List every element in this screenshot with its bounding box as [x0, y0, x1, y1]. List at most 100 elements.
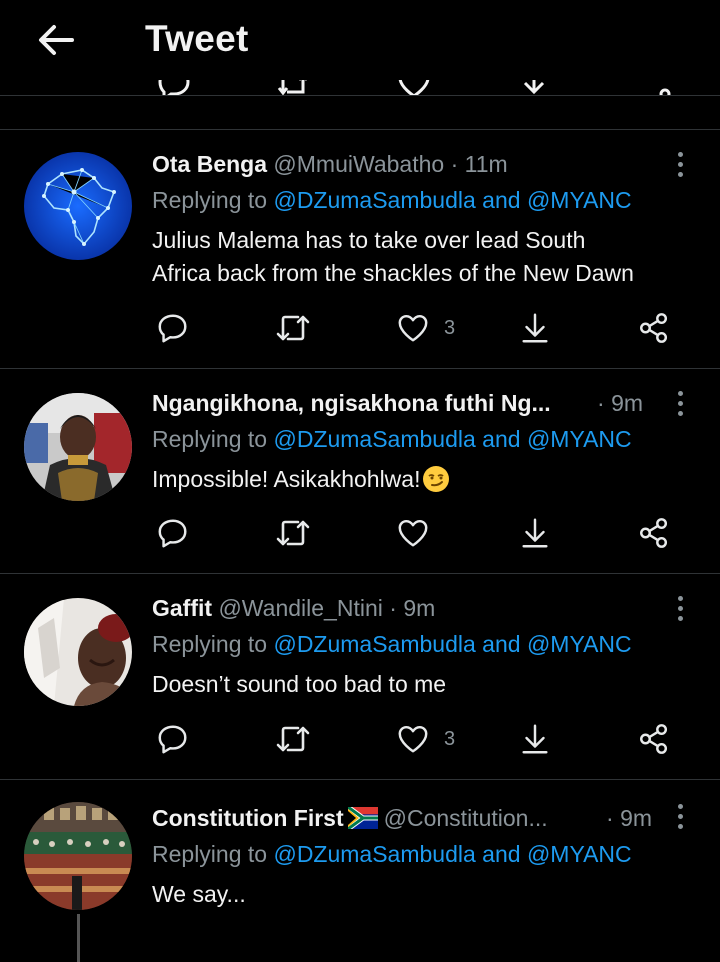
- tweet-actions: [0, 513, 720, 553]
- display-name[interactable]: Ota Benga: [152, 151, 267, 177]
- back-button[interactable]: [34, 18, 78, 62]
- retweet-icon[interactable]: [275, 80, 311, 96]
- retweet-icon: [276, 520, 310, 546]
- more-dot: [677, 151, 683, 157]
- separator-dot: ·: [389, 595, 397, 621]
- more-options-button[interactable]: [670, 144, 690, 184]
- page-title: Tweet: [145, 18, 249, 59]
- avatar[interactable]: [24, 802, 132, 910]
- share-icon[interactable]: [638, 80, 674, 96]
- download-button[interactable]: [518, 513, 552, 553]
- retweet-button[interactable]: [274, 308, 312, 348]
- heart-icon: [398, 725, 428, 753]
- more-options-button[interactable]: [670, 383, 690, 423]
- tweet-text-line: Julius Malema has to take over lead Sout…: [152, 227, 586, 253]
- timestamp[interactable]: 9m: [403, 595, 435, 621]
- share-button[interactable]: [637, 308, 671, 348]
- heart-icon: [398, 519, 428, 547]
- replying-to-link[interactable]: @DZumaSambudla and @MYANC: [273, 841, 631, 867]
- more-dot: [677, 161, 683, 167]
- reply-button[interactable]: [156, 719, 190, 759]
- tweet-meta: Gaffit @Wandile_Ntini · 9m: [152, 594, 435, 622]
- tweet-meta: Constitution First @Constitution...: [152, 804, 548, 832]
- more-dot: [677, 823, 683, 829]
- retweet-button[interactable]: [274, 719, 312, 759]
- timestamp[interactable]: 9m: [611, 390, 643, 416]
- previous-tweet-actions: [0, 80, 720, 96]
- replying-to: Replying to @DZumaSambudla and @MYANC: [152, 840, 632, 868]
- timestamp[interactable]: 11m: [465, 151, 508, 177]
- replying-to: Replying to @DZumaSambudla and @MYANC: [152, 186, 632, 214]
- like-button[interactable]: 3: [396, 719, 455, 759]
- profile-photo-parliament: [24, 802, 132, 910]
- tweet-text-line: We say...: [152, 881, 246, 907]
- like-icon[interactable]: [396, 80, 432, 96]
- download-icon: [522, 518, 548, 548]
- like-count: 3: [444, 727, 456, 750]
- like-button[interactable]: [396, 513, 430, 553]
- tweet-text-line: Impossible! Asikakhohlwa!: [152, 466, 421, 492]
- tweet-reply[interactable]: Ota Benga @MmuiWabatho · 11m Replying to…: [0, 130, 720, 368]
- avatar[interactable]: [24, 393, 132, 501]
- avatar[interactable]: [24, 598, 132, 706]
- more-dot: [677, 400, 683, 406]
- reply-icon: [158, 519, 187, 548]
- download-icon[interactable]: [516, 80, 552, 96]
- tweet-reply[interactable]: Constitution First @Constitution... · 9m …: [0, 780, 720, 962]
- username[interactable]: @Wandile_Ntini: [218, 595, 382, 621]
- top-app-bar: Tweet: [0, 0, 720, 80]
- heart-icon: [398, 314, 428, 342]
- africa-network-avatar: [24, 152, 132, 260]
- more-options-button[interactable]: [670, 796, 690, 836]
- retweet-icon: [276, 315, 310, 341]
- reply-button[interactable]: [156, 513, 190, 553]
- tweet-meta: Ota Benga @MmuiWabatho · 11m: [152, 150, 508, 178]
- tweet-reply[interactable]: Gaffit @Wandile_Ntini · 9m Replying to @…: [0, 574, 720, 779]
- username[interactable]: @Constitution...: [384, 805, 548, 831]
- share-button[interactable]: [637, 513, 671, 553]
- timestamp[interactable]: 9m: [620, 805, 652, 831]
- tweet-reply[interactable]: Ngangikhona, ngisakhona futhi Ng... · 9m…: [0, 369, 720, 573]
- share-icon: [640, 313, 668, 343]
- share-button[interactable]: [637, 719, 671, 759]
- profile-photo-man: [24, 598, 132, 706]
- more-dot: [677, 595, 683, 601]
- avatar[interactable]: [24, 152, 132, 260]
- tweet-meta: Ngangikhona, ngisakhona futhi Ng...: [152, 389, 551, 417]
- replying-prefix: Replying to: [152, 841, 274, 867]
- separator-dot: ·: [450, 151, 459, 177]
- replying-to: Replying to @DZumaSambudla and @MYANC: [152, 630, 632, 658]
- tweet-text-line: Africa back from the shackles of the New…: [152, 260, 634, 286]
- download-button[interactable]: [518, 308, 552, 348]
- username[interactable]: @MmuiWabatho: [273, 151, 444, 177]
- more-dot: [677, 390, 683, 396]
- retweet-button[interactable]: [274, 513, 312, 553]
- retweet-icon: [276, 726, 310, 752]
- more-dot: [677, 171, 683, 177]
- replying-prefix: Replying to: [152, 426, 274, 452]
- separator-dot: ·: [606, 805, 614, 831]
- display-name[interactable]: Ngangikhona, ngisakhona futhi Ng...: [152, 390, 551, 416]
- replying-prefix: Replying to: [152, 631, 274, 657]
- replying-to: Replying to @DZumaSambudla and @MYANC: [152, 425, 632, 453]
- replying-to-link[interactable]: @DZumaSambudla and @MYANC: [273, 631, 631, 657]
- tweet-actions: 3: [0, 308, 720, 348]
- south-africa-flag-emoji: [347, 807, 378, 829]
- download-button[interactable]: [518, 719, 552, 759]
- more-dot: [677, 605, 683, 611]
- replying-prefix: Replying to: [152, 187, 274, 213]
- reply-button[interactable]: [156, 308, 190, 348]
- like-button[interactable]: 3: [396, 308, 455, 348]
- tweet-time: · 9m: [597, 389, 643, 417]
- replying-to-link[interactable]: @DZumaSambudla and @MYANC: [273, 187, 631, 213]
- more-options-button[interactable]: [670, 588, 690, 628]
- display-name[interactable]: Gaffit: [152, 595, 212, 621]
- tweet-actions: 3: [0, 719, 720, 759]
- reply-icon[interactable]: [156, 80, 192, 96]
- tweet-text-line: Doesn’t sound too bad to me: [152, 671, 447, 697]
- share-icon: [640, 724, 668, 754]
- replying-to-link[interactable]: @DZumaSambudla and @MYANC: [273, 426, 631, 452]
- tweet-text: Impossible! Asikakhohlwa!: [152, 463, 712, 496]
- profile-photo-woman: [24, 393, 132, 501]
- display-name[interactable]: Constitution First: [152, 805, 344, 831]
